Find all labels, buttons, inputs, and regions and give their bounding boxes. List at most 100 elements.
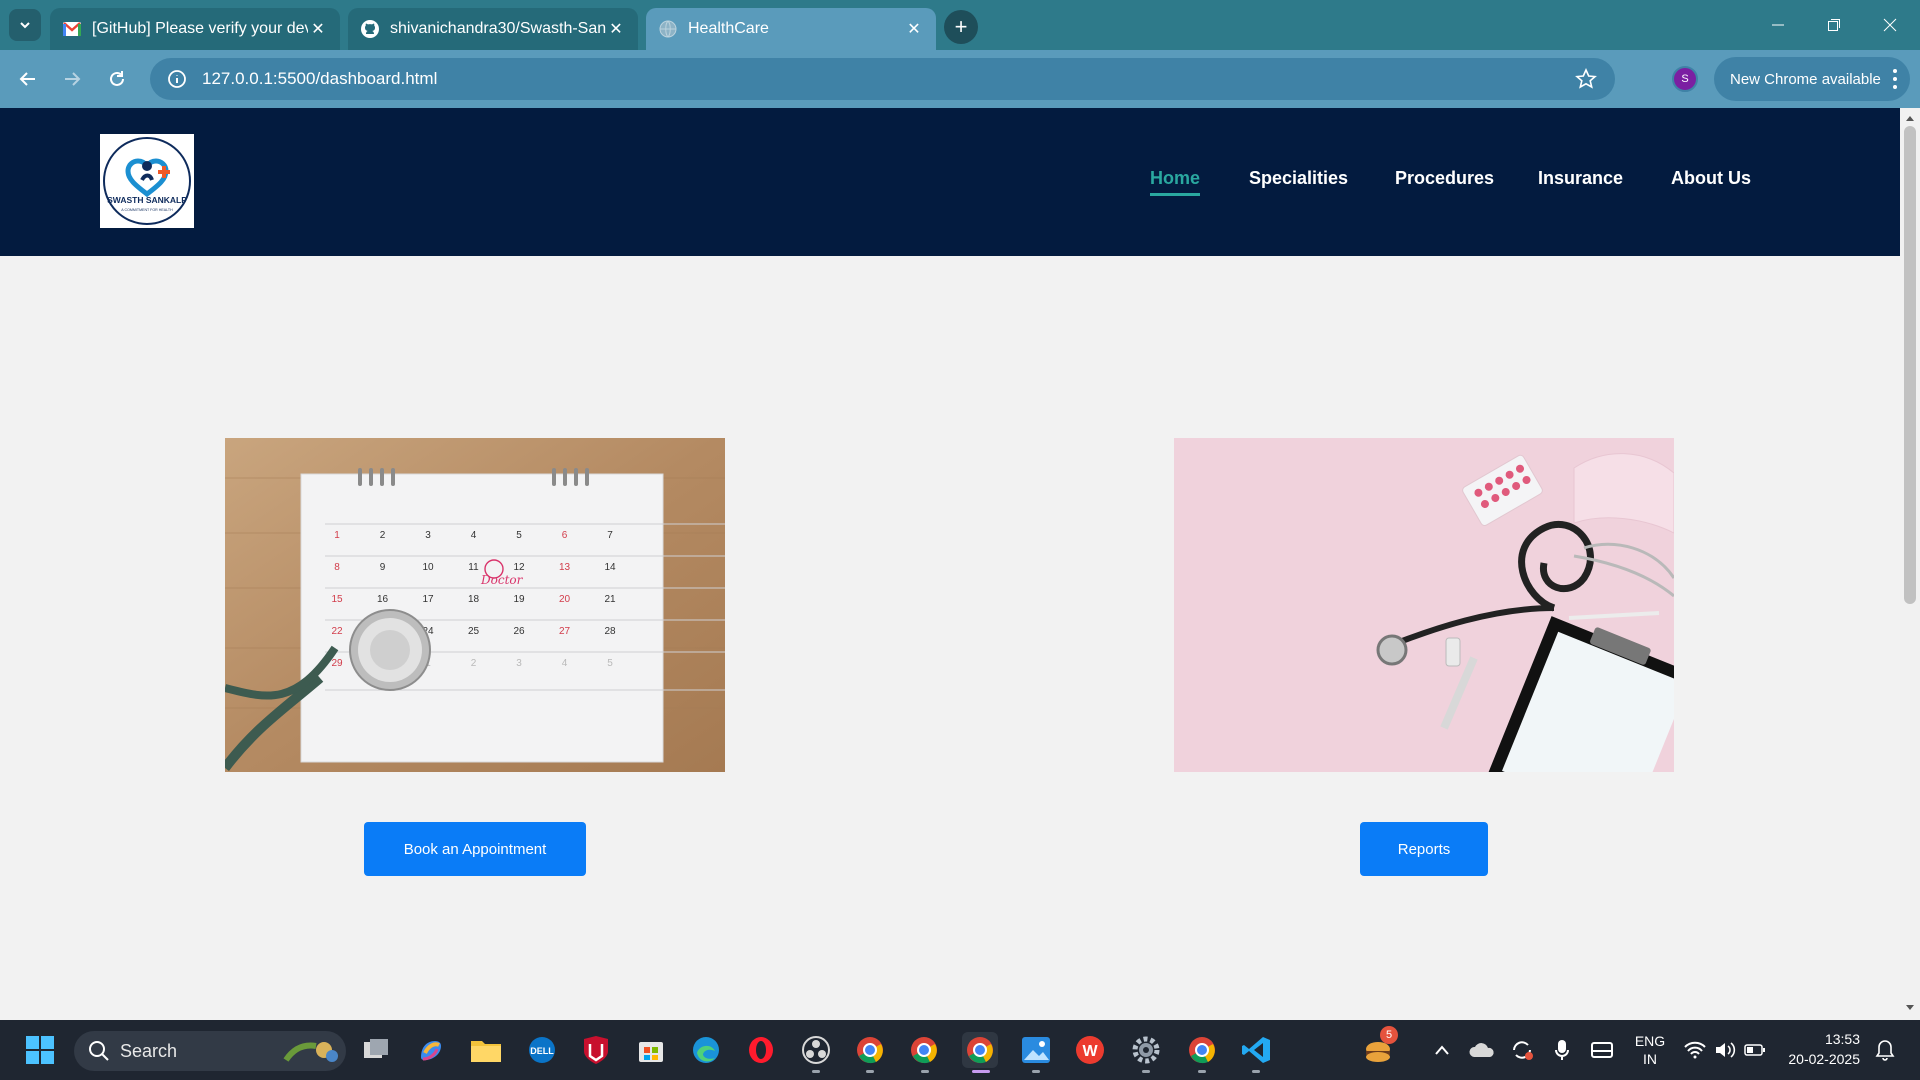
task-view-icon[interactable]	[358, 1032, 394, 1068]
nav-home[interactable]: Home	[1150, 168, 1201, 196]
calendar-day: 25	[468, 626, 480, 637]
calendar-day: 3	[425, 530, 431, 541]
calendar-day: 1	[334, 530, 340, 541]
calendar-day: 9	[380, 562, 386, 573]
chrome-profile-3-icon[interactable]	[1184, 1032, 1220, 1068]
globe-icon	[658, 19, 678, 39]
calendar-day: 16	[377, 594, 389, 605]
mcafee-icon[interactable]	[578, 1032, 614, 1068]
reload-icon	[110, 71, 124, 86]
obs-icon[interactable]	[798, 1032, 834, 1068]
minimize-button[interactable]	[1750, 0, 1806, 50]
calendar-day: 28	[604, 626, 616, 637]
running-indicator	[866, 1070, 874, 1073]
vscode-icon[interactable]	[1238, 1032, 1274, 1068]
calendar-day: 22	[331, 626, 343, 637]
chrome-update-button[interactable]: New Chrome available	[1714, 57, 1910, 101]
profile-avatar[interactable]: S	[1672, 66, 1698, 92]
keyboard-layout-icon[interactable]	[1584, 1032, 1620, 1068]
settings-icon[interactable]	[1128, 1032, 1164, 1068]
opera-icon[interactable]	[743, 1032, 779, 1068]
page-scrollbar[interactable]	[1900, 108, 1920, 1020]
chrome-profile-2-icon[interactable]	[906, 1032, 942, 1068]
calendar-day: 21	[604, 594, 616, 605]
nav-about-us[interactable]: About Us	[1671, 168, 1751, 189]
calendar-day: 4	[471, 530, 477, 541]
update-label: New Chrome available	[1730, 70, 1881, 88]
photos-icon[interactable]	[1018, 1032, 1054, 1068]
calendar-day: 5	[607, 658, 613, 669]
chrome-active-icon[interactable]	[962, 1032, 998, 1068]
new-tab-button[interactable]: +	[944, 10, 978, 44]
scrollbar-thumb[interactable]	[1904, 126, 1916, 604]
reload-button[interactable]	[101, 63, 133, 95]
site-logo[interactable]: SWASTH SANKALP A COMMITMENT FOR HEALTH	[100, 134, 194, 228]
address-bar[interactable]: 127.0.0.1:5500/dashboard.html	[150, 58, 1615, 100]
taskbar-search[interactable]: Search	[74, 1031, 346, 1071]
calendar-day: 10	[422, 562, 434, 573]
calendar-day: 2	[471, 658, 477, 669]
calendar-day: 18	[468, 594, 480, 605]
microsoft-store-icon[interactable]	[633, 1032, 669, 1068]
language-code[interactable]: ENG	[1630, 1032, 1670, 1050]
running-indicator	[1142, 1070, 1150, 1073]
plus-icon: +	[954, 14, 968, 39]
chrome-profile-1-icon[interactable]	[852, 1032, 888, 1068]
back-button[interactable]	[12, 63, 44, 95]
calendar-day: 12	[513, 562, 525, 573]
copilot-icon[interactable]	[412, 1032, 448, 1068]
sync-icon[interactable]	[1504, 1032, 1540, 1068]
show-hidden-icons[interactable]	[1424, 1032, 1460, 1068]
onedrive-icon[interactable]	[1464, 1032, 1500, 1068]
scroll-down-icon[interactable]	[1905, 1004, 1915, 1012]
tab-healthcare[interactable]: HealthCare ✕	[646, 8, 936, 50]
region-code[interactable]: IN	[1630, 1050, 1670, 1068]
scroll-up-icon[interactable]	[1905, 114, 1915, 122]
close-icon[interactable]: ✕	[606, 19, 626, 39]
wifi-icon[interactable]	[1680, 1032, 1710, 1068]
arrow-right-icon	[65, 72, 81, 86]
volume-icon[interactable]	[1710, 1032, 1740, 1068]
clock-date[interactable]: 20-02-2025	[1780, 1050, 1860, 1068]
restore-button[interactable]	[1806, 0, 1862, 50]
calendar-day: 6	[562, 530, 568, 541]
tab-title: HealthCare	[688, 20, 769, 37]
github-icon	[360, 19, 380, 39]
running-indicator	[1032, 1070, 1040, 1073]
calendar-day: 3	[516, 658, 522, 669]
close-window-button[interactable]	[1862, 0, 1918, 50]
tab-search-button[interactable]	[9, 9, 41, 41]
tab-gmail[interactable]: [GitHub] Please verify your devi ✕	[50, 8, 340, 50]
running-indicator	[812, 1070, 820, 1073]
svg-text:DELL: DELL	[530, 1046, 554, 1056]
start-button[interactable]	[22, 1032, 58, 1068]
tab-github[interactable]: shivanichandra30/Swasth-Sank ✕	[348, 8, 638, 50]
arrow-left-icon	[19, 72, 35, 86]
nav-procedures[interactable]: Procedures	[1395, 168, 1494, 189]
book-appointment-button[interactable]: Book an Appointment	[364, 822, 586, 876]
nav-insurance[interactable]: Insurance	[1538, 168, 1623, 189]
edge-icon[interactable]	[688, 1032, 724, 1068]
battery-icon[interactable]	[1740, 1032, 1770, 1068]
file-explorer-icon[interactable]	[468, 1032, 504, 1068]
appointment-image: 1234567891011121314151617181920212223242…	[225, 438, 725, 772]
forward-button[interactable]	[56, 63, 88, 95]
close-icon[interactable]: ✕	[308, 19, 328, 39]
calendar-day: 2	[380, 530, 386, 541]
calendar-day: 17	[422, 594, 434, 605]
nav-specialities[interactable]: Specialities	[1249, 168, 1348, 189]
bookmark-star-icon[interactable]	[1575, 68, 1597, 90]
reports-button[interactable]: Reports	[1360, 822, 1488, 876]
restore-icon	[1828, 19, 1840, 31]
search-highlight-icon	[283, 1042, 338, 1062]
dell-icon[interactable]: DELL	[524, 1032, 560, 1068]
clock-time[interactable]: 13:53	[1780, 1030, 1860, 1048]
page-content: SWASTH SANKALP A COMMITMENT FOR HEALTH H…	[0, 108, 1900, 1020]
notifications-icon[interactable]	[1870, 1032, 1900, 1068]
calendar-day: 27	[559, 626, 571, 637]
microphone-icon[interactable]	[1544, 1032, 1580, 1068]
wps-office-icon[interactable]: W	[1072, 1032, 1108, 1068]
close-icon[interactable]: ✕	[904, 19, 924, 39]
site-info-icon[interactable]	[166, 68, 188, 90]
running-indicator	[1252, 1070, 1260, 1073]
